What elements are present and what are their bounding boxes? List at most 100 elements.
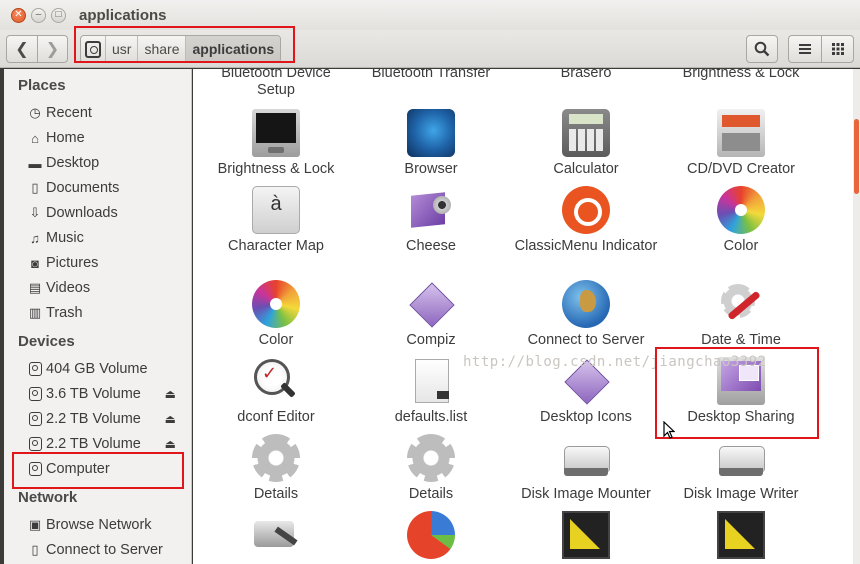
sidebar-item-device-404gb[interactable]: 404 GB Volume (26, 358, 186, 380)
server-icon: ▯ (31, 542, 39, 557)
file-item-details-a[interactable]: Details (201, 434, 351, 503)
sidebar-item-music[interactable]: ♫ Music (26, 227, 84, 249)
sidebar-item-label: Desktop (46, 155, 100, 171)
list-view-icon (799, 44, 811, 54)
places-heading: Places (18, 77, 66, 94)
file-grid: Bluetooth Device Setup Bluetooth Transfe… (193, 69, 853, 564)
file-item-partial-3[interactable] (511, 511, 661, 563)
breadcrumb-root[interactable] (81, 36, 105, 62)
back-button[interactable]: ❮ (7, 36, 37, 62)
file-item-color-a[interactable]: Color (666, 186, 816, 255)
drive-icon (28, 412, 42, 426)
sidebar-item-label: Pictures (46, 255, 99, 271)
scrollbar-thumb[interactable] (854, 119, 859, 194)
network-icon: ▣ (28, 517, 42, 532)
file-label: Details (408, 486, 454, 502)
sidebar-item-downloads[interactable]: ⇩ Downloads (26, 202, 118, 224)
chevron-right-icon: ❯ (45, 41, 60, 58)
file-label: Disk Image Writer (683, 486, 799, 502)
maximize-window-button[interactable]: □ (51, 7, 66, 23)
sidebar-item-videos[interactable]: ▤ Videos (26, 277, 90, 299)
file-item-connect-to-server[interactable]: Connect to Server (511, 280, 661, 349)
file-item-color-b[interactable]: Color (201, 280, 351, 349)
search-button[interactable] (746, 35, 778, 63)
file-label: Character Map (228, 238, 324, 254)
sidebar-item-home[interactable]: ⌂ Home (26, 127, 85, 149)
file-item-partial-1[interactable] (201, 511, 351, 563)
breadcrumb-share[interactable]: share (137, 36, 185, 62)
file-item-brasero[interactable]: Brasero (511, 69, 661, 82)
file-item-disk-image-mounter[interactable]: Disk Image Mounter (511, 434, 661, 503)
file-item-bluetooth-transfer[interactable]: Bluetooth Transfer (356, 69, 506, 82)
sidebar-item-device-3-6tb[interactable]: 3.6 TB Volume ⏏ (26, 383, 186, 405)
file-item-brightness-lock-top[interactable]: Brightness & Lock (666, 69, 816, 82)
file-item-partial-4[interactable] (666, 511, 816, 563)
webcam-icon (407, 186, 455, 234)
file-item-details-b[interactable]: Details (356, 434, 506, 503)
list-view-button[interactable] (789, 36, 821, 62)
view-switcher (788, 35, 854, 63)
eject-icon[interactable]: ⏏ (165, 437, 176, 451)
eject-icon[interactable]: ⏏ (165, 412, 176, 426)
file-item-date-time[interactable]: Date & Time (666, 280, 816, 349)
scrollbar[interactable] (853, 69, 860, 564)
sidebar-item-label: 404 GB Volume (46, 361, 148, 377)
settings-gear-icon (717, 280, 765, 328)
sidebar-item-label: Computer (46, 461, 110, 477)
file-item-brightness-lock[interactable]: Brightness & Lock (201, 109, 351, 178)
grid-view-button[interactable] (821, 36, 853, 62)
file-label: Compiz (406, 332, 456, 348)
file-label: Browser (404, 161, 458, 177)
file-item-cheese[interactable]: Cheese (356, 186, 506, 255)
file-item-calculator[interactable]: Calculator (511, 109, 661, 178)
compiz-icon (407, 280, 455, 328)
character-map-icon (252, 186, 300, 234)
drive-icon (562, 434, 610, 482)
sidebar-item-label: Recent (46, 105, 92, 121)
browser-icon (407, 109, 455, 157)
file-label: Brasero (560, 69, 612, 81)
home-icon: ⌂ (31, 130, 39, 146)
history-nav: ❮ ❯ (6, 35, 68, 63)
sidebar-item-documents[interactable]: ▯ Documents (26, 177, 119, 199)
film-icon: ▤ (28, 280, 42, 295)
sidebar-item-label: Browse Network (46, 517, 152, 533)
file-item-bluetooth-device-setup[interactable]: Bluetooth Device Setup (201, 69, 351, 99)
mouse-cursor-icon (663, 421, 675, 439)
sidebar-item-trash[interactable]: ▥ Trash (26, 302, 83, 324)
file-item-classicmenu-indicator[interactable]: ClassicMenu Indicator (511, 186, 661, 255)
file-item-character-map[interactable]: Character Map (201, 186, 351, 255)
file-label: Desktop Sharing (687, 409, 795, 425)
sidebar-item-connect-to-server[interactable]: ▯ Connect to Server (26, 539, 162, 561)
sidebar-item-browse-network[interactable]: ▣ Browse Network (26, 514, 152, 536)
file-label: Connect to Server (527, 332, 645, 348)
sidebar-item-pictures[interactable]: ◙ Pictures (26, 252, 98, 274)
sidebar-item-computer[interactable]: Computer (26, 458, 110, 480)
drive-icon (28, 462, 42, 476)
breadcrumb: usr share applications (80, 35, 282, 63)
eject-icon[interactable]: ⏏ (165, 387, 176, 401)
gear-icon (252, 434, 300, 482)
file-item-disk-image-writer[interactable]: Disk Image Writer (666, 434, 816, 503)
sidebar-item-device-2-2tb-a[interactable]: 2.2 TB Volume ⏏ (26, 408, 186, 430)
sidebar-item-device-2-2tb-b[interactable]: 2.2 TB Volume ⏏ (26, 433, 186, 455)
sidebar-item-label: Home (46, 130, 85, 146)
sidebar-item-label: Trash (46, 305, 83, 321)
sidebar: Places ◷ Recent ⌂ Home ▬ Desktop ▯ Documents… (4, 69, 192, 564)
color-icon (252, 280, 300, 328)
breadcrumb-usr[interactable]: usr (105, 36, 137, 62)
file-item-browser[interactable]: Browser (356, 109, 506, 178)
checkmark-icon: ✓ (262, 363, 278, 383)
minimize-window-button[interactable]: – (31, 7, 46, 23)
file-item-partial-2[interactable] (356, 511, 506, 563)
minimize-icon: – (35, 9, 42, 20)
forward-button[interactable]: ❯ (37, 36, 67, 62)
file-label: Date & Time (701, 332, 781, 348)
sidebar-item-recent[interactable]: ◷ Recent (26, 102, 92, 124)
breadcrumb-applications[interactable]: applications (185, 36, 281, 62)
file-item-cd-dvd-creator[interactable]: CD/DVD Creator (666, 109, 816, 178)
file-item-dconf-editor[interactable]: ✓ dconf Editor (201, 357, 351, 426)
sidebar-item-desktop[interactable]: ▬ Desktop (26, 152, 100, 174)
close-window-button[interactable]: ✕ (11, 7, 26, 23)
file-item-compiz[interactable]: Compiz (356, 280, 506, 349)
